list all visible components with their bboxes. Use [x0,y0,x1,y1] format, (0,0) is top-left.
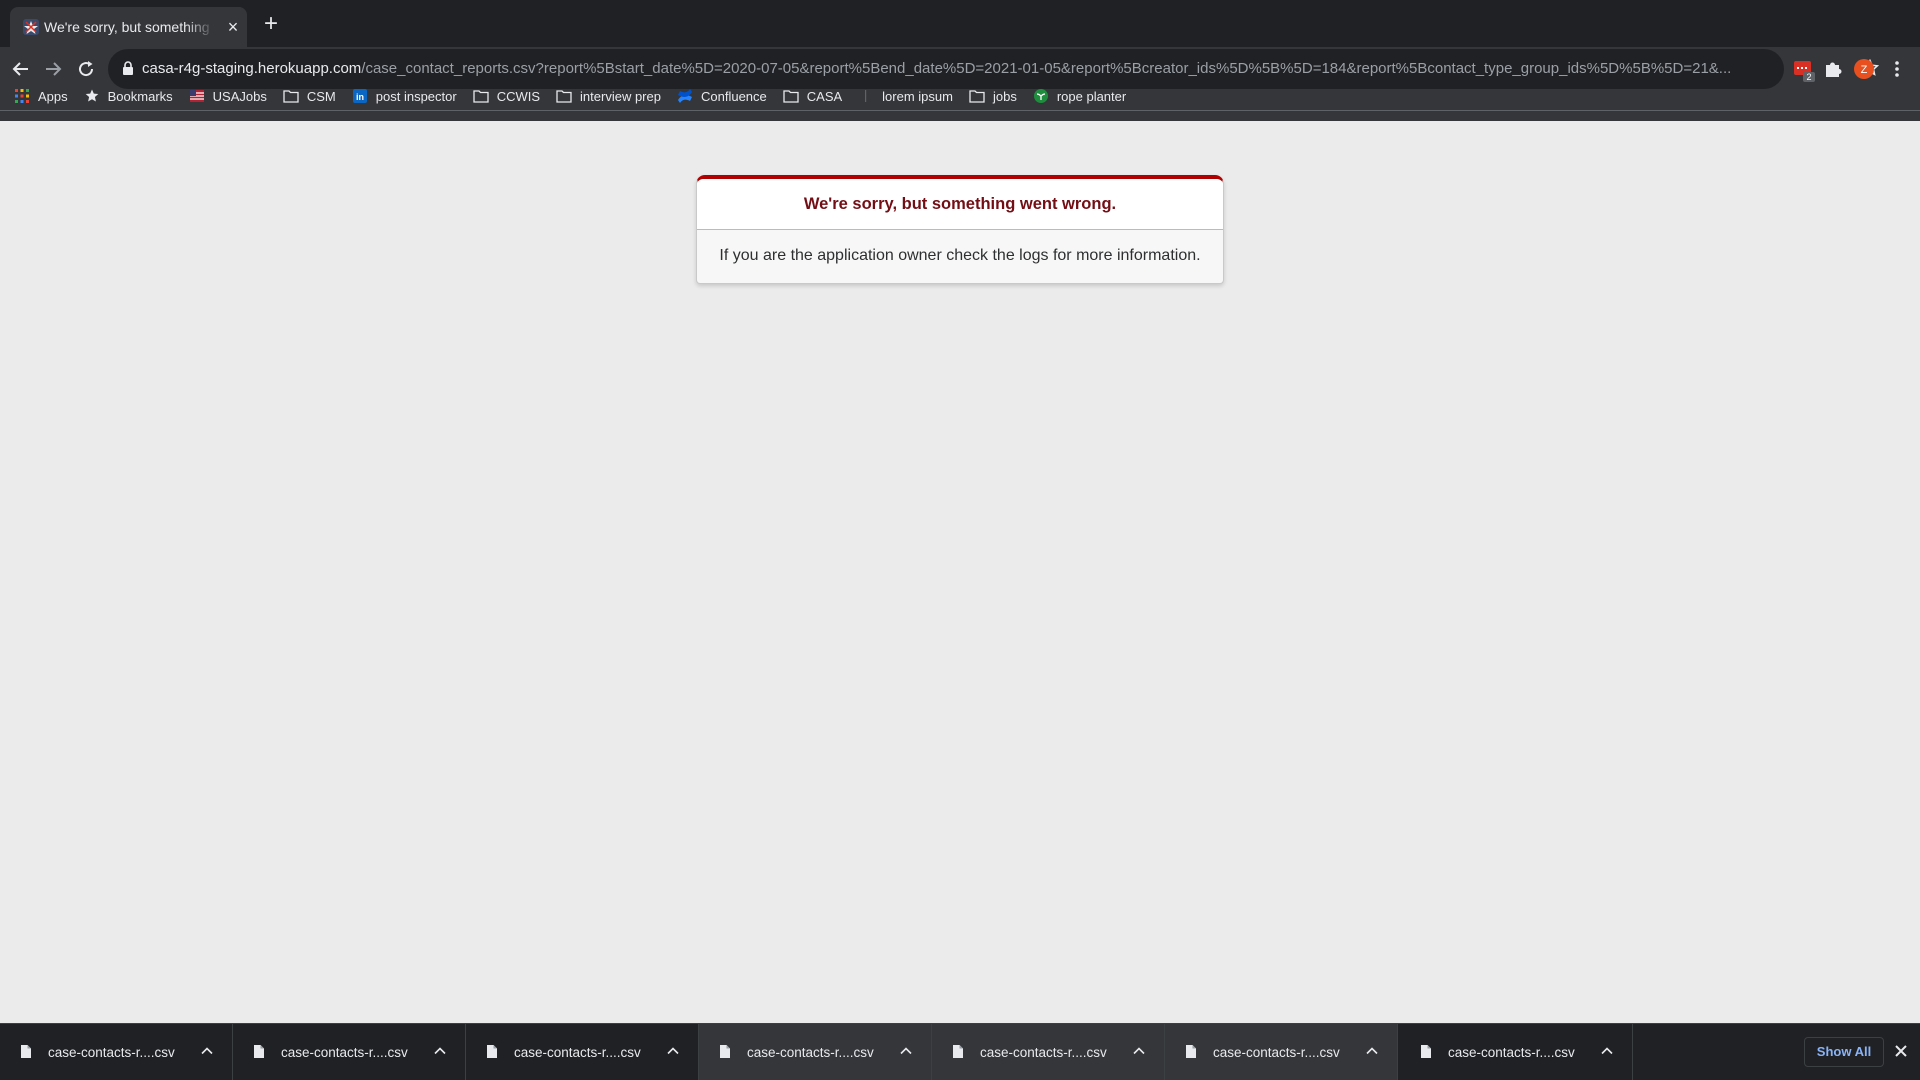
download-filename: case-contacts-r....csv [1448,1045,1575,1060]
url-host: casa-r4g-staging.herokuapp.com [142,60,362,77]
error-title: We're sorry, but something went wrong. [697,179,1223,230]
new-tab-plus-icon[interactable]: + [259,12,283,37]
file-icon [253,1044,267,1060]
bookmark-label: CASA [806,88,843,104]
download-filename: case-contacts-r....csv [514,1045,641,1060]
bookmark-interview-prep[interactable]: interview prep [556,84,661,108]
plant-favicon [1033,88,1049,104]
lock-icon[interactable] [122,61,136,77]
reload-icon[interactable] [74,57,98,81]
chevron-up-icon[interactable] [1132,1044,1148,1060]
usajobs-favicon [189,88,205,104]
file-icon [1185,1044,1199,1060]
download-item[interactable]: case-contacts-r....csv [233,1024,466,1080]
extensions-puzzle-icon[interactable] [1822,58,1846,82]
folder-icon [969,88,985,104]
bookmark-lorem-ipsum[interactable]: lorem ipsum [858,84,953,108]
bookmark-label: CSM [306,88,336,104]
kebab-menu-icon[interactable] [1887,58,1911,82]
bookmark-label: lorem ipsum [882,88,953,104]
profile-avatar[interactable]: Z [1853,58,1877,82]
star-icon [84,88,100,104]
bookmark-label: Apps [38,88,68,104]
download-filename: case-contacts-r....csv [281,1045,408,1060]
file-icon [952,1044,966,1060]
folder-icon [283,88,299,104]
active-tab[interactable]: We're sorry, but something went wrong × [10,7,247,47]
error-message: If you are the application owner check t… [719,247,1201,264]
file-icon [1420,1044,1434,1060]
folder-icon [473,88,489,104]
error-dialog: We're sorry, but something went wrong. I… [696,175,1224,284]
bookmark-csm[interactable]: CSM [283,84,336,108]
apps-grid-icon [14,88,30,104]
download-filename: case-contacts-r....csv [980,1045,1107,1060]
file-icon [486,1044,500,1060]
bookmark-label: USAJobs [212,88,267,104]
bookmarks-bar: Apps Bookmarks USAJobs CSM in post inspe… [0,81,1920,111]
chevron-up-icon[interactable] [899,1044,915,1060]
chevron-up-icon[interactable] [200,1044,216,1060]
download-item[interactable]: case-contacts-r....csv [1400,1024,1633,1080]
toolbar-divider [0,110,1920,111]
bookmark-label: rope planter [1056,88,1127,104]
download-filename: case-contacts-r....csv [747,1045,874,1060]
profile-initial: Z [1861,64,1868,76]
tab-strip: We're sorry, but something went wrong × … [0,0,1920,47]
download-item[interactable]: case-contacts-r....csv [466,1024,699,1080]
url-path: /case_contact_reports.csv?report%5Bstart… [361,60,1732,77]
bookmark-label: CCWIS [496,88,541,104]
bookmark-jobs[interactable]: jobs [969,84,1017,108]
chevron-up-icon[interactable] [433,1044,449,1060]
download-item[interactable]: case-contacts-r....csv [1165,1024,1398,1080]
tab-close-icon[interactable]: × [223,17,243,37]
chevron-up-icon[interactable] [1600,1044,1616,1060]
download-item[interactable]: case-contacts-r....csv [932,1024,1165,1080]
linkedin-icon: in [352,88,368,104]
bookmark-label: Confluence [700,88,767,104]
bookmark-rope-planter[interactable]: rope planter [1033,84,1126,108]
bookmark-label: interview prep [580,88,661,104]
folder-icon [783,88,799,104]
show-all-downloads-button[interactable]: Show All [1804,1037,1884,1067]
bookmark-ccwis[interactable]: CCWIS [473,84,540,108]
file-icon [20,1044,34,1060]
bookmark-bookmarks[interactable]: Bookmarks [84,84,173,108]
file-icon [719,1044,733,1060]
bookmark-apps[interactable]: Apps [14,84,68,108]
bookmark-post-inspector[interactable]: in post inspector [352,84,457,108]
download-shelf: case-contacts-r....csv case-contacts-r..… [0,1023,1920,1080]
back-arrow-icon[interactable] [9,57,33,81]
folder-icon [556,88,572,104]
download-filename: case-contacts-r....csv [1213,1045,1340,1060]
download-filename: case-contacts-r....csv [48,1045,175,1060]
bookmark-casa[interactable]: CASA [783,84,842,108]
download-item[interactable]: case-contacts-r....csv [0,1024,233,1080]
blank-page-icon [858,88,874,104]
close-icon[interactable] [1892,1042,1912,1062]
chevron-up-icon[interactable] [1365,1044,1381,1060]
forward-arrow-icon[interactable] [41,57,65,81]
chevron-up-icon[interactable] [666,1044,682,1060]
bookmark-label: jobs [992,88,1017,104]
bookmark-confluence[interactable]: Confluence [677,84,767,108]
bookmark-usajobs[interactable]: USAJobs [189,84,267,108]
download-item[interactable]: case-contacts-r....csv [699,1024,932,1080]
bookmark-label: post inspector [375,88,457,104]
extension-calendar-icon[interactable]: 2 [1792,58,1816,82]
svg-text:in: in [356,92,364,102]
confluence-icon [677,88,693,104]
casa-favicon-icon [20,16,42,38]
tab-title-fade [185,11,215,43]
bookmark-label: Bookmarks [107,88,173,104]
